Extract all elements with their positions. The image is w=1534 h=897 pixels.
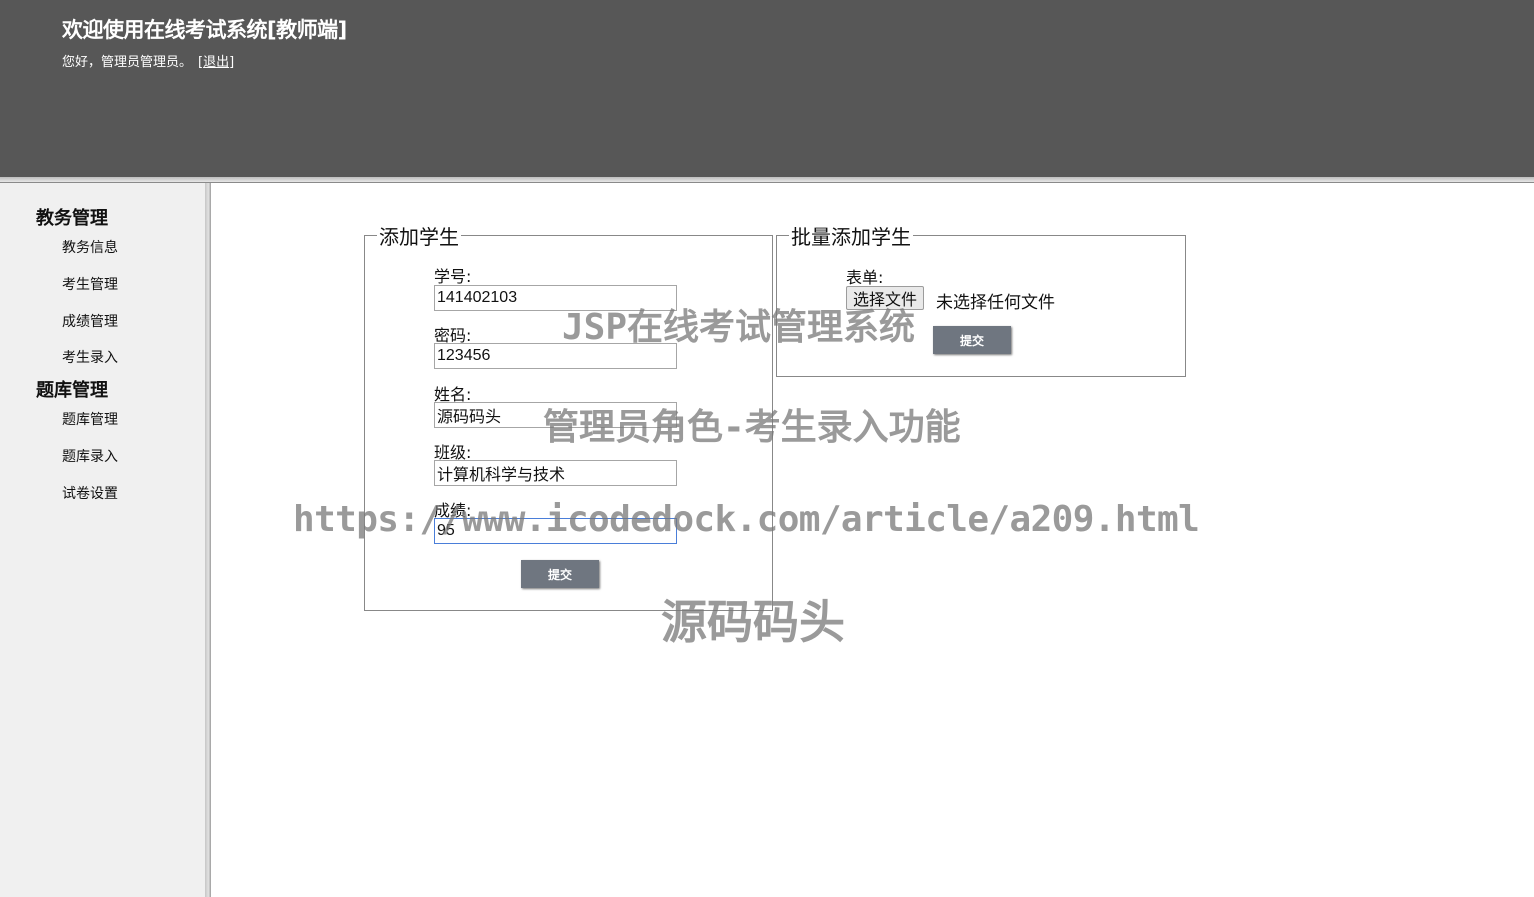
sidebar-item-student-entry[interactable]: 考生录入: [62, 347, 118, 367]
user-greeting: 您好，管理员管理员。 [退出]: [62, 51, 234, 70]
sidebar-item-question-bank-management[interactable]: 题库管理: [62, 409, 118, 429]
student-id-label: 学号:: [434, 267, 472, 286]
add-student-submit-button[interactable]: 提交: [521, 560, 599, 588]
class-input[interactable]: [434, 460, 677, 486]
logout-link[interactable]: 退出: [203, 55, 229, 70]
password-input[interactable]: [434, 343, 677, 369]
app-title: 欢迎使用在线考试系统[教师端]: [62, 18, 347, 42]
sidebar-item-student-management[interactable]: 考生管理: [62, 274, 118, 294]
sidebar-divider: [205, 183, 211, 897]
student-id-input[interactable]: [434, 285, 677, 311]
logout-bracket-close: ]: [229, 55, 235, 70]
file-status-text: 未选择任何文件: [936, 293, 1055, 313]
nav-group-question-bank: 题库管理: [36, 380, 108, 401]
sidebar-item-paper-settings[interactable]: 试卷设置: [62, 483, 118, 503]
nav-group-academic: 教务管理: [36, 208, 108, 229]
logout-wrapper: [退出]: [198, 51, 234, 70]
sidebar-item-academic-info[interactable]: 教务信息: [62, 237, 118, 257]
greeting-text: 您好，管理员管理员。: [62, 55, 193, 70]
batch-submit-button[interactable]: 提交: [933, 326, 1011, 354]
batch-add-legend: 批量添加学生: [791, 225, 911, 249]
choose-file-button[interactable]: 选择文件: [846, 286, 925, 310]
add-student-legend: 添加学生: [379, 225, 459, 249]
header-divider: [0, 177, 1534, 183]
form-file-label: 表单:: [846, 268, 884, 287]
score-input[interactable]: [434, 518, 677, 544]
name-input[interactable]: [434, 402, 677, 428]
top-header: 欢迎使用在线考试系统[教师端] 您好，管理员管理员。 [退出]: [0, 0, 1534, 177]
sidebar-item-score-management[interactable]: 成绩管理: [62, 311, 118, 331]
sidebar-item-question-entry[interactable]: 题库录入: [62, 446, 118, 466]
